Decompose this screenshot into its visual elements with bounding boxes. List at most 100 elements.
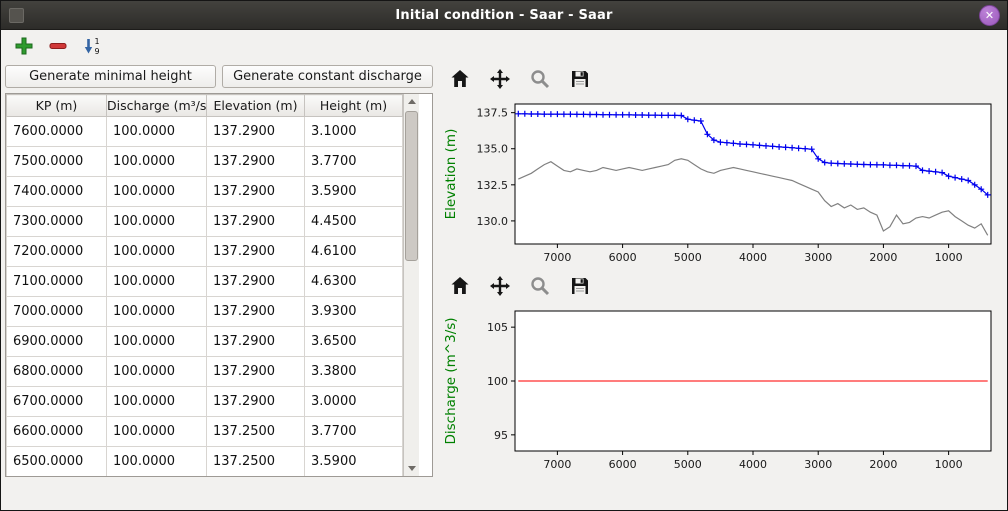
table-cell[interactable]: 137.2900 <box>207 357 305 387</box>
table-cell[interactable]: 100.0000 <box>107 417 207 447</box>
arrow-down-icon <box>408 466 416 471</box>
column-header-2[interactable]: Elevation (m) <box>207 95 305 117</box>
svg-text:1: 1 <box>95 37 100 46</box>
scroll-up-button[interactable] <box>404 94 420 109</box>
table-cell[interactable]: 137.2900 <box>207 207 305 237</box>
table-cell[interactable]: 7600.0000 <box>7 117 107 147</box>
table-cell[interactable]: 3.3800 <box>305 357 403 387</box>
table-cell[interactable]: 3.0000 <box>305 387 403 417</box>
x-tick-label: 2000 <box>869 458 897 471</box>
home-icon <box>448 67 472 94</box>
zoom-button[interactable] <box>527 68 553 94</box>
table-cell[interactable]: 137.2500 <box>207 417 305 447</box>
generate-constant-discharge-button[interactable]: Generate constant discharge <box>222 65 433 88</box>
discharge-plot[interactable]: 700060005000400030002000100095100105Disc… <box>441 304 1001 478</box>
table-cell[interactable]: 4.4500 <box>305 207 403 237</box>
column-header-3[interactable]: Height (m) <box>305 95 403 117</box>
table-cell[interactable]: 7300.0000 <box>7 207 107 237</box>
sort-rows-button[interactable]: 1 9 <box>79 34 105 60</box>
close-button[interactable]: ✕ <box>979 5 1000 26</box>
elevation-plot[interactable]: 7000600050004000300020001000130.0132.513… <box>441 97 1001 271</box>
table-cell[interactable]: 3.7700 <box>305 417 403 447</box>
x-tick-label: 4000 <box>739 458 767 471</box>
table-cell[interactable]: 137.2900 <box>207 267 305 297</box>
close-icon: ✕ <box>985 9 994 22</box>
table-cell[interactable]: 7500.0000 <box>7 147 107 177</box>
column-header-0[interactable]: KP (m) <box>7 95 107 117</box>
add-row-button[interactable] <box>11 34 37 60</box>
x-tick-label: 5000 <box>674 251 702 264</box>
table-cell[interactable]: 6900.0000 <box>7 327 107 357</box>
table-cell[interactable]: 3.9300 <box>305 297 403 327</box>
table-cell[interactable]: 100.0000 <box>107 177 207 207</box>
table-cell[interactable]: 100.0000 <box>107 387 207 417</box>
table-cell[interactable]: 100.0000 <box>107 267 207 297</box>
table-cell[interactable]: 3.7700 <box>305 147 403 177</box>
y-axis-label: Elevation (m) <box>443 129 459 220</box>
table-vertical-scrollbar[interactable] <box>403 94 419 476</box>
table-cell[interactable]: 137.2900 <box>207 327 305 357</box>
table-cell[interactable]: 137.2900 <box>207 147 305 177</box>
save-button[interactable] <box>567 275 593 301</box>
table-cell[interactable]: 137.2900 <box>207 177 305 207</box>
table-cell[interactable]: 100.0000 <box>107 327 207 357</box>
table-cell[interactable]: 3.6500 <box>305 327 403 357</box>
plots-panel: 7000600050004000300020001000130.0132.513… <box>433 64 1003 506</box>
pan-icon <box>488 274 512 301</box>
zoom-button[interactable] <box>527 275 553 301</box>
table-cell[interactable]: 137.2900 <box>207 387 305 417</box>
table-cell[interactable]: 6700.0000 <box>7 387 107 417</box>
table-cell[interactable]: 4.6100 <box>305 237 403 267</box>
table-cell[interactable]: 7200.0000 <box>7 237 107 267</box>
y-tick-label: 137.5 <box>477 107 509 120</box>
table-cell[interactable]: 100.0000 <box>107 447 207 477</box>
table-cell[interactable]: 3.5900 <box>305 177 403 207</box>
remove-row-button[interactable] <box>45 34 71 60</box>
x-tick-label: 4000 <box>739 251 767 264</box>
table-cell[interactable]: 137.2900 <box>207 237 305 267</box>
table-row: 7300.0000100.0000137.29004.4500 <box>7 207 403 237</box>
y-tick-label: 130.0 <box>477 215 509 228</box>
plot-area[interactable] <box>515 104 991 244</box>
table-cell[interactable]: 7000.0000 <box>7 297 107 327</box>
titlebar[interactable]: Initial condition - Saar - Saar ✕ <box>1 1 1007 30</box>
table-cell[interactable]: 137.2900 <box>207 117 305 147</box>
pan-button[interactable] <box>487 275 513 301</box>
table-cell[interactable]: 137.2500 <box>207 447 305 477</box>
add-icon <box>14 36 34 59</box>
home-button[interactable] <box>447 68 473 94</box>
column-header-1[interactable]: Discharge (m³/s) <box>107 95 207 117</box>
table-cell[interactable]: 100.0000 <box>107 117 207 147</box>
pan-button[interactable] <box>487 68 513 94</box>
table-cell[interactable]: 100.0000 <box>107 237 207 267</box>
save-button[interactable] <box>567 68 593 94</box>
table-cell[interactable]: 100.0000 <box>107 207 207 237</box>
main-toolbar: 1 9 <box>1 30 1007 64</box>
x-tick-label: 1000 <box>935 251 963 264</box>
initial-condition-table: KP (m)Discharge (m³/s)Elevation (m)Heigh… <box>5 93 433 477</box>
table-cell[interactable]: 6800.0000 <box>7 357 107 387</box>
table-cell[interactable]: 100.0000 <box>107 357 207 387</box>
home-button[interactable] <box>447 275 473 301</box>
table-cell[interactable]: 137.2900 <box>207 297 305 327</box>
generate-minimal-height-button[interactable]: Generate minimal height <box>5 65 216 88</box>
svg-text:9: 9 <box>95 47 100 56</box>
scrollbar-track[interactable] <box>404 109 420 461</box>
table-cell[interactable]: 100.0000 <box>107 297 207 327</box>
table-cell[interactable]: 7100.0000 <box>7 267 107 297</box>
scroll-down-button[interactable] <box>404 461 420 476</box>
y-axis-label: Discharge (m^3/s) <box>443 317 459 444</box>
table-cell[interactable]: 6600.0000 <box>7 417 107 447</box>
table-cell[interactable]: 4.6300 <box>305 267 403 297</box>
table-cell[interactable]: 3.5900 <box>305 447 403 477</box>
table-cell[interactable]: 100.0000 <box>107 147 207 177</box>
table-row: 7100.0000100.0000137.29004.6300 <box>7 267 403 297</box>
scrollbar-thumb[interactable] <box>405 111 418 261</box>
y-tick-label: 100 <box>487 375 508 388</box>
x-tick-label: 6000 <box>609 458 637 471</box>
table-cell[interactable]: 7400.0000 <box>7 177 107 207</box>
table-cell[interactable]: 3.1000 <box>305 117 403 147</box>
y-tick-label: 95 <box>494 429 508 442</box>
table-cell[interactable]: 6500.0000 <box>7 447 107 477</box>
home-icon <box>448 274 472 301</box>
